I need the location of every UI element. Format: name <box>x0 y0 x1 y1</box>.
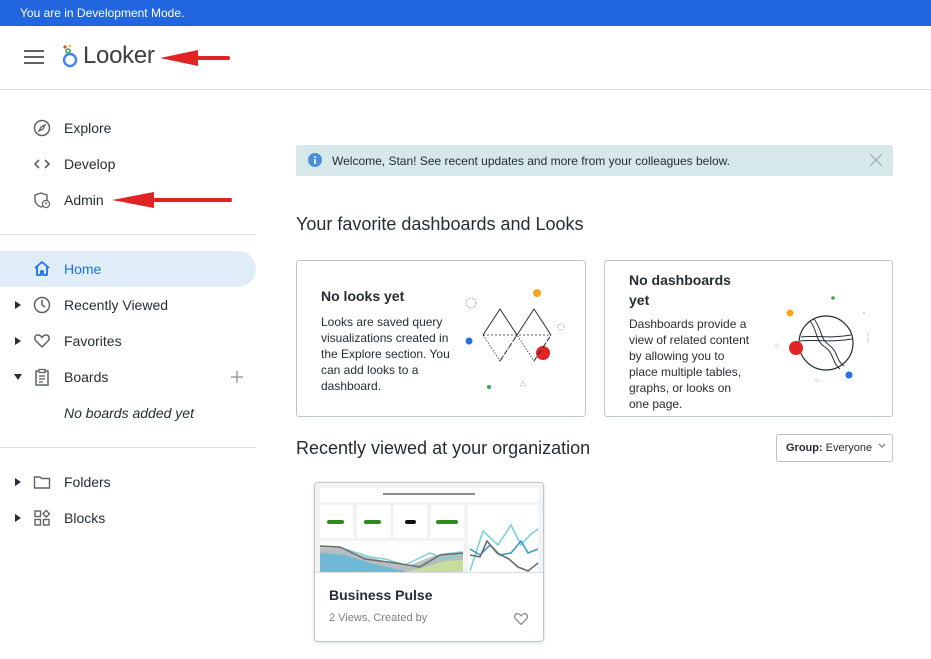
caret-right-icon[interactable] <box>14 478 22 486</box>
sidebar-item-explore[interactable]: Explore <box>0 110 256 146</box>
top-header: Looker <box>0 26 931 90</box>
info-icon <box>308 153 322 167</box>
card-title: No looks yet <box>321 288 405 304</box>
folder-icon <box>33 473 51 491</box>
boards-empty-message: No boards added yet <box>64 405 194 421</box>
dashboard-name: Business Pulse <box>329 587 433 603</box>
compass-icon <box>33 119 51 137</box>
dashboard-card-business-pulse[interactable]: Business Pulse 2 Views, Created by <box>314 482 544 642</box>
code-brackets-icon <box>33 155 51 173</box>
add-board-button[interactable] <box>229 369 245 385</box>
card-title: No dashboards yet <box>629 272 731 308</box>
hamburger-menu-icon[interactable] <box>24 50 44 66</box>
dashboards-illustration-icon: ⁘ ⁘ <box>774 296 869 385</box>
development-mode-banner: You are in Development Mode. <box>0 0 931 26</box>
annotation-arrow-icon <box>112 192 232 208</box>
looker-logo-icon <box>62 44 78 68</box>
sidebar-item-label: Explore <box>64 120 112 136</box>
card-description: Looks are saved query visualizations cre… <box>321 315 450 393</box>
sidebar-item-label: Blocks <box>64 510 106 526</box>
sidebar-item-label: Admin <box>64 192 104 208</box>
recent-heading: Recently viewed at your organization <box>296 438 591 458</box>
home-icon <box>33 260 51 278</box>
sidebar-item-boards[interactable]: Boards <box>0 359 256 395</box>
sidebar-item-develop[interactable]: Develop <box>0 146 256 182</box>
sidebar-item-recently-viewed[interactable]: Recently Viewed <box>0 287 256 323</box>
app-name: Looker <box>83 42 155 69</box>
group-filter-select[interactable]: Group: Everyone <box>776 434 893 462</box>
sidebar-item-blocks[interactable]: Blocks <box>0 500 256 536</box>
close-icon[interactable] <box>869 153 883 167</box>
sidebar-item-label: Develop <box>64 156 116 172</box>
svg-text:⁘: ⁘ <box>814 378 820 385</box>
caret-right-icon[interactable] <box>14 337 22 345</box>
svg-text:⁘: ⁘ <box>774 343 780 350</box>
no-looks-card: No looks yet Looks are saved query visua… <box>296 260 586 417</box>
chevron-down-icon <box>878 443 886 448</box>
sidebar-item-home[interactable]: Home <box>0 251 256 287</box>
clipboard-icon <box>33 368 51 386</box>
group-filter-value: Everyone <box>825 442 873 454</box>
sidebar-item-label: Recently Viewed <box>64 297 169 313</box>
sidebar-divider <box>0 234 256 235</box>
sidebar-item-label: Folders <box>64 474 111 490</box>
dashboard-meta: 2 Views, Created by <box>329 612 428 624</box>
sidebar-item-label: Home <box>64 261 102 277</box>
card-description: Dashboards provide a view of related con… <box>629 317 750 411</box>
heart-icon <box>33 332 51 350</box>
clock-icon <box>33 296 51 314</box>
sidebar-item-label: Favorites <box>64 333 122 349</box>
sidebar-divider <box>0 447 256 448</box>
looker-logo[interactable]: Looker <box>62 42 155 70</box>
blocks-icon <box>33 509 51 527</box>
sidebar-item-favorites[interactable]: Favorites <box>0 323 256 359</box>
no-dashboards-card: No dashboards yet Dashboards provide a v… <box>604 260 893 417</box>
favorite-heart-icon[interactable] <box>513 611 529 627</box>
main-content: Welcome, Stan! See recent updates and mo… <box>256 90 931 659</box>
shield-user-icon <box>33 191 51 209</box>
dashboard-thumbnail <box>315 483 543 573</box>
favorites-heading: Your favorite dashboards and Looks <box>296 214 584 234</box>
looks-illustration-icon <box>465 289 565 389</box>
sidebar-item-folders[interactable]: Folders <box>0 464 256 500</box>
caret-right-icon[interactable] <box>14 514 22 522</box>
sidebar-item-label: Boards <box>64 369 109 385</box>
plus-icon <box>231 371 243 383</box>
sidebar: Explore Develop Admin Home Recently View… <box>0 90 256 659</box>
group-filter-label: Group: <box>786 442 823 454</box>
caret-right-icon[interactable] <box>14 301 22 309</box>
welcome-banner: Welcome, Stan! See recent updates and mo… <box>296 145 893 176</box>
caret-down-icon[interactable] <box>14 373 22 381</box>
annotation-arrow-icon <box>160 50 230 66</box>
welcome-message: Welcome, Stan! See recent updates and mo… <box>332 153 730 168</box>
